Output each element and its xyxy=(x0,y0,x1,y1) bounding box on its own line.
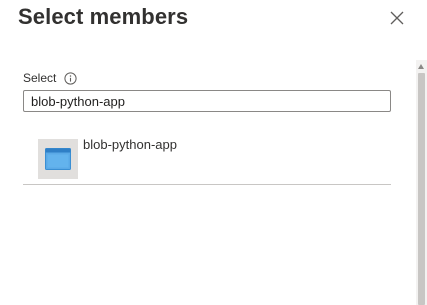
dialog-title: Select members xyxy=(18,4,189,29)
result-item-blob-python-app[interactable]: blob-python-app xyxy=(23,128,391,185)
app-thumbnail xyxy=(38,139,78,179)
app-registration-icon xyxy=(45,148,71,170)
scroll-thumb[interactable] xyxy=(418,73,425,305)
result-item-label: blob-python-app xyxy=(83,137,177,152)
select-label-row: Select xyxy=(23,70,77,86)
select-search-input[interactable] xyxy=(23,90,391,112)
close-icon xyxy=(390,11,404,25)
select-label: Select xyxy=(23,71,57,85)
vertical-scrollbar[interactable] xyxy=(416,60,427,305)
close-button[interactable] xyxy=(388,9,406,27)
select-members-panel: Select members Select blob-python-app xyxy=(0,0,427,305)
scroll-up-icon[interactable] xyxy=(418,64,424,69)
info-icon[interactable] xyxy=(64,71,77,85)
